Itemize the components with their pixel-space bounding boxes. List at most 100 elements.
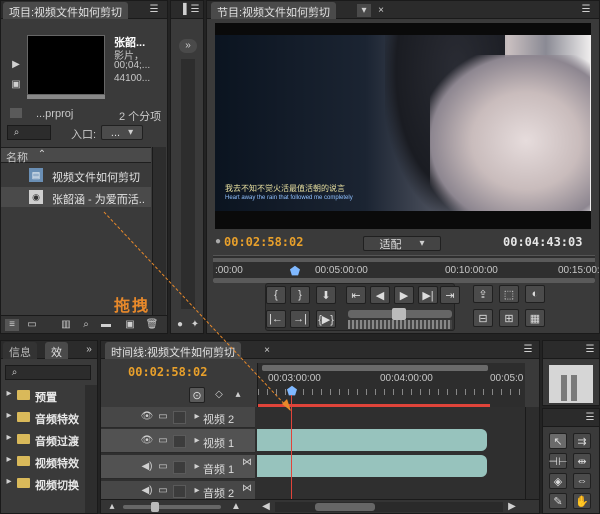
timeline-ruler[interactable]: 00:03:00:00 00:04:00:00 00:05:0 ⬟ bbox=[257, 363, 526, 407]
go-to-in-button[interactable]: ⇤ bbox=[346, 286, 366, 304]
tab-effects[interactable]: 效 bbox=[45, 342, 68, 359]
add-marker-button[interactable]: ⬇ bbox=[316, 286, 336, 304]
safe-margins-button[interactable]: ⬚ bbox=[499, 285, 519, 303]
sync-lock-toggle[interactable] bbox=[173, 411, 186, 424]
zoom-out-icon[interactable]: ▴ bbox=[107, 502, 117, 512]
track-header-video-2[interactable]: 👁 ▭ ▸ 视频 2 bbox=[101, 407, 255, 428]
effects-folder-item[interactable]: ▸ 音频过渡 bbox=[1, 429, 91, 449]
play-button[interactable]: ▶ bbox=[394, 286, 414, 304]
expand-panel-icon[interactable]: » bbox=[179, 39, 197, 53]
expand-triangle-icon[interactable]: ▸ bbox=[5, 477, 13, 487]
sync-lock-toggle[interactable] bbox=[173, 461, 186, 474]
output-button[interactable]: ◐ bbox=[525, 285, 545, 303]
program-time-ruler[interactable]: :00:00 00:05:00:00 00:10:00:00 00:15:00:… bbox=[213, 255, 600, 283]
work-area-bar[interactable] bbox=[262, 365, 488, 371]
selection-tool-button[interactable]: ↖ bbox=[549, 433, 567, 449]
effects-folder-item[interactable]: ▸ 音频特效 bbox=[1, 407, 91, 427]
track-header-video-1[interactable]: 👁 ▭ ▸ 视频 1 bbox=[101, 429, 255, 453]
effects-folder-item[interactable]: ▸ 预置 bbox=[1, 385, 91, 405]
scroll-thumb[interactable] bbox=[315, 503, 375, 511]
poster-frame-icon[interactable]: ▣ bbox=[10, 79, 22, 91]
lock-icon[interactable]: ▭ bbox=[157, 461, 169, 473]
panel-menu-icon[interactable]: » bbox=[83, 343, 95, 357]
effects-scrollbar[interactable] bbox=[85, 385, 97, 513]
timeline-current-time[interactable]: 00:02:58:02 bbox=[128, 365, 207, 379]
expand-triangle-icon[interactable]: ▸ bbox=[5, 433, 13, 443]
lock-icon[interactable]: ▭ bbox=[157, 435, 169, 447]
zoom-in-icon[interactable]: ▲ bbox=[229, 501, 243, 512]
set-in-button[interactable]: { bbox=[266, 286, 286, 304]
fit-dropdown[interactable]: 适配 ▾ bbox=[363, 236, 441, 251]
icon-view-icon[interactable]: ▭ bbox=[25, 319, 39, 331]
lock-icon[interactable]: ▭ bbox=[157, 411, 169, 423]
tab-project[interactable]: 项目:视频文件如何剪切 bbox=[3, 2, 129, 19]
export-frame-button[interactable]: ▦ bbox=[525, 309, 545, 327]
panel-menu-icon[interactable]: ☰ bbox=[583, 411, 597, 425]
trash-icon[interactable]: 🗑 bbox=[145, 319, 159, 331]
close-tab-icon[interactable]: × bbox=[261, 344, 273, 357]
settings-icon[interactable]: ✦ bbox=[189, 319, 201, 331]
panel-menu-icon[interactable]: ☰ bbox=[189, 3, 201, 17]
tab-dropdown-icon[interactable]: ▾ bbox=[357, 4, 371, 17]
razor-tool-button[interactable]: ◈ bbox=[549, 473, 567, 489]
track-header-audio-1[interactable]: ◀) ▭ ▸ 音频 1 ⋈ bbox=[101, 455, 255, 479]
tab-info[interactable]: 信息 bbox=[3, 342, 37, 359]
timeline-horizontal-scrollbar[interactable] bbox=[275, 502, 503, 512]
program-current-time[interactable]: 00:02:58:02 bbox=[224, 235, 303, 249]
automate-icon[interactable]: ▥ bbox=[59, 319, 73, 331]
marker-icon[interactable]: ● bbox=[175, 319, 185, 331]
project-scrollbar[interactable] bbox=[152, 147, 166, 315]
scroll-right-icon[interactable]: ▶ bbox=[507, 502, 517, 512]
tab-timeline[interactable]: 时间线:视频文件如何剪切 bbox=[105, 342, 242, 359]
effects-folder-item[interactable]: ▸ 视频特效 bbox=[1, 451, 91, 471]
go-to-out-button[interactable]: ⇥ bbox=[440, 286, 460, 304]
eye-icon[interactable]: 👁 bbox=[141, 411, 154, 423]
previous-edit-button[interactable]: |← bbox=[266, 310, 286, 328]
zoom-slider-knob[interactable] bbox=[151, 502, 159, 512]
sync-lock-toggle[interactable] bbox=[173, 435, 186, 448]
eye-icon[interactable]: 👁 bbox=[141, 435, 154, 447]
strip-scrollbar[interactable] bbox=[181, 59, 195, 309]
panel-menu-icon[interactable]: ☰ bbox=[147, 3, 161, 17]
play-in-to-out-button[interactable]: {▶} bbox=[316, 310, 336, 328]
track-select-tool-button[interactable]: ⇉ bbox=[573, 433, 591, 449]
step-forward-button[interactable]: ▶| bbox=[418, 286, 438, 304]
marker-icon[interactable]: ◇ bbox=[213, 389, 225, 401]
jog-wheel[interactable] bbox=[348, 320, 452, 329]
set-out-button[interactable]: } bbox=[290, 286, 310, 304]
lock-icon[interactable]: ▭ bbox=[157, 485, 169, 497]
expand-triangle-icon[interactable]: ▸ bbox=[5, 455, 13, 465]
column-header[interactable]: 名称 ⌃ bbox=[1, 147, 151, 164]
new-bin-icon[interactable]: ▬ bbox=[99, 319, 113, 331]
expand-triangle-icon[interactable]: ▸ bbox=[5, 389, 13, 399]
panel-menu-icon[interactable]: ☰ bbox=[583, 343, 597, 357]
project-search-input[interactable]: ⌕ bbox=[7, 125, 51, 140]
rolling-edit-tool-button[interactable]: ⇹ bbox=[573, 453, 591, 469]
next-edit-button[interactable]: →| bbox=[290, 310, 310, 328]
track-header-audio-2[interactable]: ◀) ▭ ▸ 音频 2 ⋈ bbox=[101, 481, 255, 501]
expand-triangle-icon[interactable]: ▸ bbox=[193, 411, 201, 423]
entry-dropdown[interactable]: ... ▾ bbox=[101, 125, 143, 140]
project-item[interactable]: ◉ 张韶涵 - 为爱而活.. bbox=[1, 187, 151, 207]
close-tab-icon[interactable]: × bbox=[375, 4, 387, 17]
hand-tool-button[interactable]: ✋ bbox=[573, 493, 591, 509]
new-item-icon[interactable]: ▣ bbox=[123, 319, 137, 331]
snap-button[interactable]: ⊙ bbox=[189, 387, 205, 403]
sync-lock-toggle[interactable] bbox=[173, 485, 186, 498]
step-back-button[interactable]: ◀ bbox=[370, 286, 390, 304]
slip-tool-button[interactable]: ⇔ bbox=[573, 473, 591, 489]
pen-tool-button[interactable]: ✎ bbox=[549, 493, 567, 509]
timeline-vertical-scrollbar[interactable] bbox=[525, 407, 539, 499]
trim-button[interactable]: ⊞ bbox=[499, 309, 519, 327]
speaker-icon[interactable]: ◀) bbox=[141, 485, 153, 497]
ripple-edit-tool-button[interactable]: ⊣⊢ bbox=[548, 453, 568, 469]
effects-folder-item[interactable]: ▸ 视频切换 bbox=[1, 473, 91, 493]
panel-menu-icon[interactable]: ☰ bbox=[521, 343, 535, 357]
panel-menu-icon[interactable]: ▐ bbox=[177, 3, 189, 17]
shuttle-knob[interactable] bbox=[392, 308, 406, 320]
speaker-icon[interactable]: ◀) bbox=[141, 461, 153, 473]
shuttle-slider[interactable] bbox=[348, 308, 452, 320]
expand-triangle-icon[interactable]: ▸ bbox=[193, 461, 201, 473]
play-thumbnail-icon[interactable]: ▶ bbox=[10, 59, 22, 71]
playhead-icon[interactable]: ⬟ bbox=[286, 385, 298, 397]
